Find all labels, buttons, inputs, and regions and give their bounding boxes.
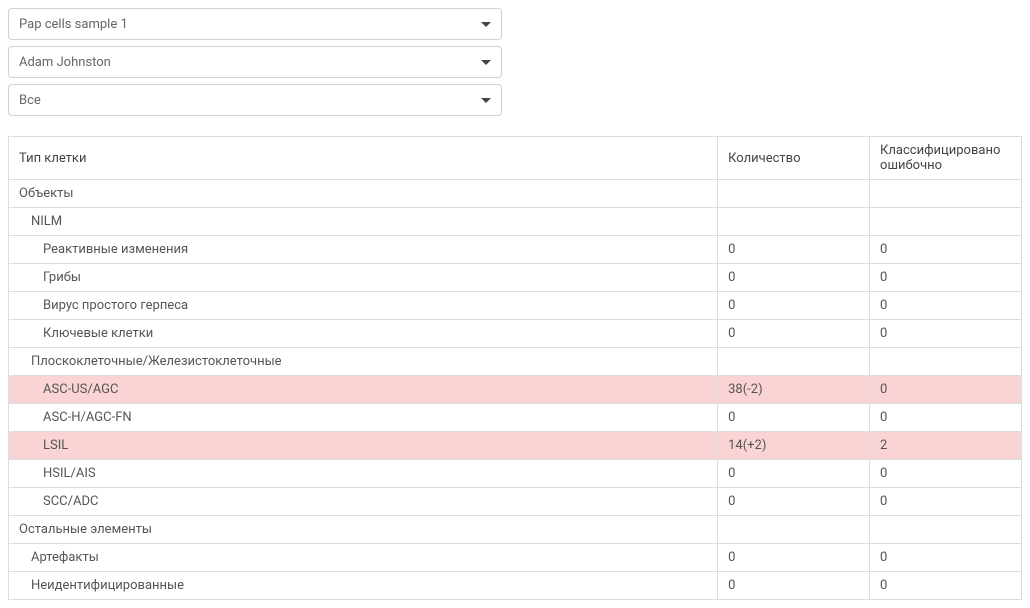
sample-dropdown[interactable]: Pap cells sample 1	[8, 8, 502, 40]
cell-quantity	[718, 516, 870, 544]
cell-errors	[870, 516, 1022, 544]
table-row: LSIL14(+2)2	[9, 432, 1022, 460]
cell-type-label: ASC-H/AGC-FN	[9, 404, 718, 432]
cell-errors: 0	[870, 488, 1022, 516]
cell-type-label: Реактивные изменения	[9, 236, 718, 264]
cell-quantity	[718, 180, 870, 208]
cell-type-label: Артефакты	[9, 544, 718, 572]
cell-quantity: 14(+2)	[718, 432, 870, 460]
cell-type-label: ASC-US/AGC	[9, 376, 718, 404]
cell-quantity: 0	[718, 236, 870, 264]
table-row: ASC-H/AGC-FN00	[9, 404, 1022, 432]
cell-quantity: 0	[718, 404, 870, 432]
filter-dropdown-value: Все	[19, 93, 41, 108]
cell-errors: 0	[870, 404, 1022, 432]
user-dropdown-value: Adam Johnston	[19, 55, 111, 70]
cell-errors: 2	[870, 432, 1022, 460]
cell-type-label: LSIL	[9, 432, 718, 460]
table-row: Вирус простого герпеса00	[9, 292, 1022, 320]
table-row: Реактивные изменения00	[9, 236, 1022, 264]
cell-type-label: Объекты	[9, 180, 718, 208]
cell-type-label: Грибы	[9, 264, 718, 292]
table-row: ASC-US/AGC38(-2)0	[9, 376, 1022, 404]
cell-quantity: 0	[718, 488, 870, 516]
cell-type-label: SCC/ADC	[9, 488, 718, 516]
cell-quantity: 38(-2)	[718, 376, 870, 404]
cell-errors	[870, 348, 1022, 376]
cell-type-label: Ключевые клетки	[9, 320, 718, 348]
table-row: NILM	[9, 208, 1022, 236]
cell-type-label: Плоскоклеточные/Железистоклеточные	[9, 348, 718, 376]
cell-errors	[870, 180, 1022, 208]
table-row: Неидентифицированные00	[9, 572, 1022, 600]
table-row: Грибы00	[9, 264, 1022, 292]
header-cell-errors: Классифицировано ошибочно	[870, 137, 1022, 180]
cell-quantity: 0	[718, 572, 870, 600]
cell-errors: 0	[870, 236, 1022, 264]
cell-quantity: 0	[718, 264, 870, 292]
table-row: Плоскоклеточные/Железистоклеточные	[9, 348, 1022, 376]
table-row: Остальные элементы	[9, 516, 1022, 544]
results-table: Тип клетки Количество Классифицировано о…	[8, 136, 1022, 600]
table-row: HSIL/AIS00	[9, 460, 1022, 488]
cell-type-label: Остальные элементы	[9, 516, 718, 544]
cell-errors: 0	[870, 292, 1022, 320]
cell-type-label: Неидентифицированные	[9, 572, 718, 600]
cell-quantity	[718, 348, 870, 376]
user-dropdown[interactable]: Adam Johnston	[8, 46, 502, 78]
cell-quantity: 0	[718, 320, 870, 348]
cell-errors: 0	[870, 320, 1022, 348]
cell-errors: 0	[870, 376, 1022, 404]
caret-down-icon	[481, 22, 491, 27]
cell-errors	[870, 208, 1022, 236]
sample-dropdown-value: Pap cells sample 1	[19, 17, 128, 32]
cell-type-label: NILM	[9, 208, 718, 236]
table-row: Объекты	[9, 180, 1022, 208]
cell-errors: 0	[870, 264, 1022, 292]
table-header-row: Тип клетки Количество Классифицировано о…	[9, 137, 1022, 180]
cell-quantity: 0	[718, 292, 870, 320]
header-cell-quantity: Количество	[718, 137, 870, 180]
caret-down-icon	[481, 60, 491, 65]
caret-down-icon	[481, 98, 491, 103]
table-row: Ключевые клетки00	[9, 320, 1022, 348]
cell-quantity: 0	[718, 544, 870, 572]
cell-quantity: 0	[718, 460, 870, 488]
table-row: SCC/ADC00	[9, 488, 1022, 516]
results-table-wrap: Тип клетки Количество Классифицировано о…	[8, 136, 1022, 600]
filter-dropdown[interactable]: Все	[8, 84, 502, 116]
cell-errors: 0	[870, 572, 1022, 600]
cell-type-label: Вирус простого герпеса	[9, 292, 718, 320]
table-row: Артефакты00	[9, 544, 1022, 572]
cell-errors: 0	[870, 460, 1022, 488]
header-cell-type: Тип клетки	[9, 137, 718, 180]
cell-quantity	[718, 208, 870, 236]
cell-errors: 0	[870, 544, 1022, 572]
cell-type-label: HSIL/AIS	[9, 460, 718, 488]
